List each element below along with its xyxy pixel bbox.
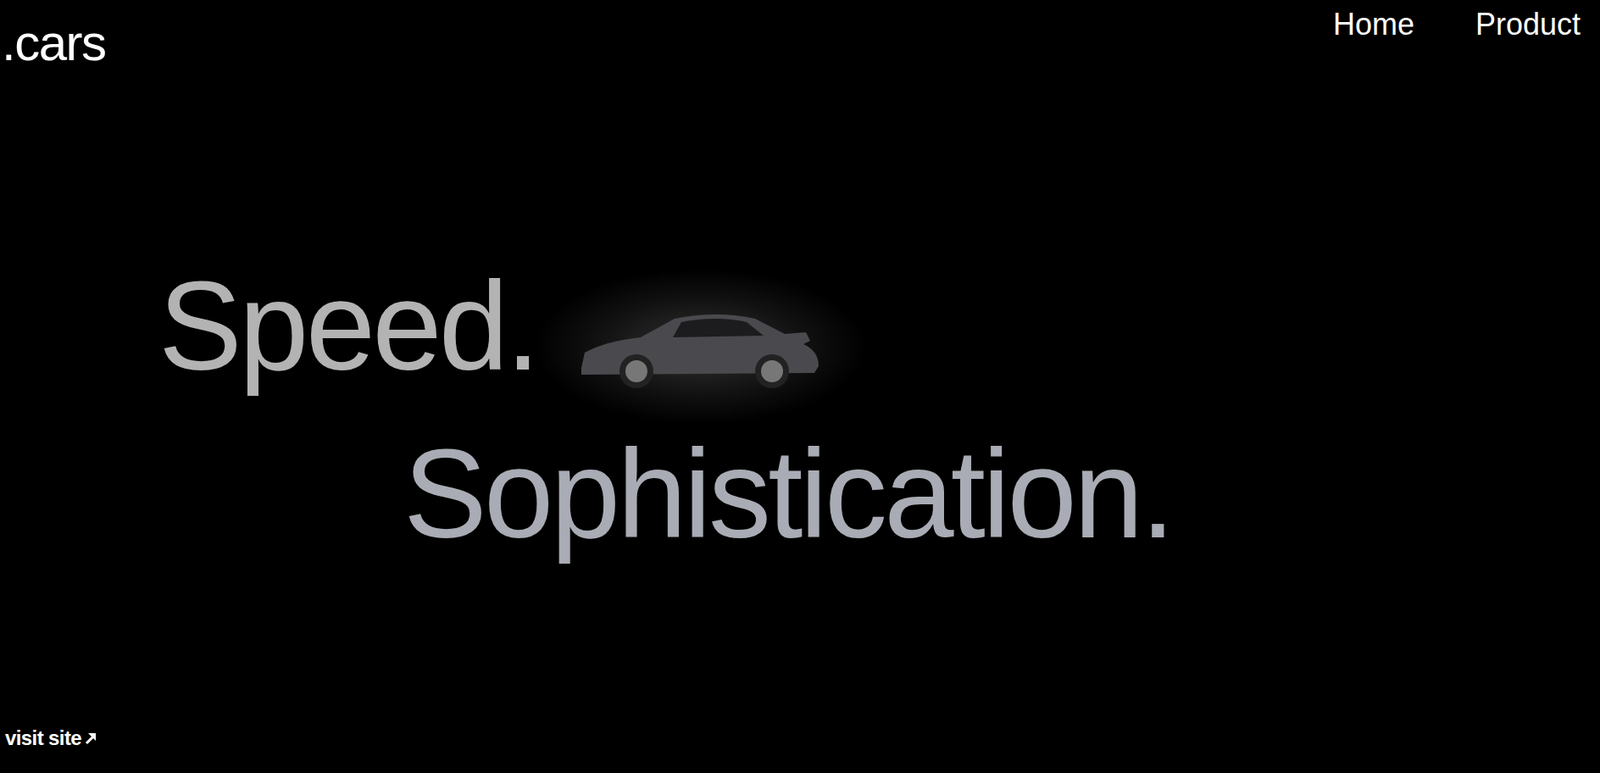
main-nav: Home Product (1333, 0, 1600, 40)
car-icon (572, 300, 828, 394)
logo[interactable]: .cars (0, 0, 106, 69)
arrow-up-right-icon (83, 731, 98, 745)
hero-line: Sophistication. (403, 431, 1600, 557)
car-photo (537, 270, 864, 423)
hero-line: Speed. (158, 263, 538, 389)
nav-link[interactable]: Home (1333, 9, 1415, 40)
hero: Speed. Sophistication. (0, 263, 1600, 557)
visit-site-link[interactable]: visit site (5, 727, 1600, 749)
nav-link[interactable]: Product (1475, 9, 1581, 40)
